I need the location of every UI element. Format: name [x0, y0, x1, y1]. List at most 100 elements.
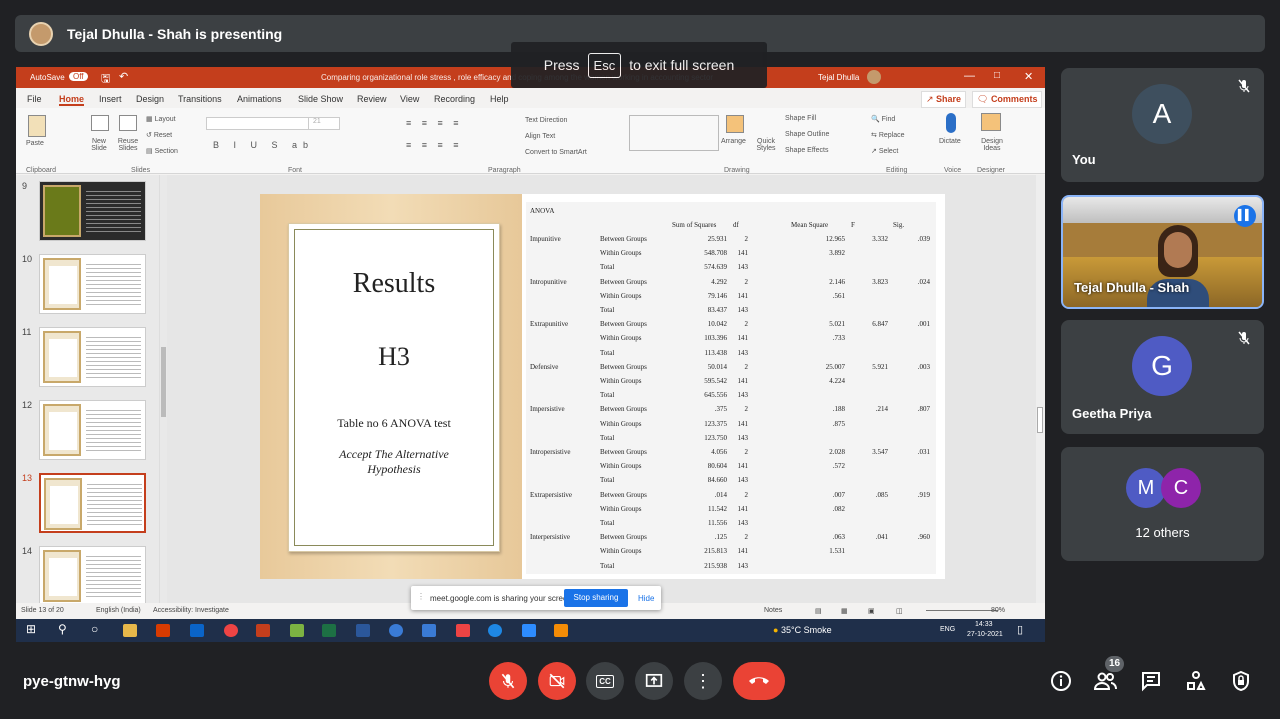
select-button[interactable]: ↗ Select [871, 147, 898, 155]
thumb-slide-12[interactable] [39, 400, 146, 460]
app-icon[interactable] [389, 624, 403, 637]
ppt-user-avatar[interactable] [867, 70, 881, 84]
input-language[interactable]: ENG [940, 626, 955, 633]
more-options-button[interactable]: ⋮ [684, 662, 722, 700]
task-view-icon[interactable]: ○ [91, 622, 105, 636]
menu-review[interactable]: Review [357, 94, 387, 104]
arrange-button[interactable]: Arrange [721, 138, 746, 145]
accessibility-indicator[interactable]: Accessibility: Investigate [153, 607, 229, 614]
hide-button[interactable]: Hide [638, 594, 654, 603]
font-style-buttons[interactable]: B I U S ab [213, 140, 314, 150]
slide-scrollbar[interactable] [1036, 175, 1045, 603]
outlook-icon[interactable] [190, 624, 204, 637]
slideshow-view-icon[interactable]: ◫ [896, 607, 903, 615]
thumb-slide-9[interactable] [39, 181, 146, 241]
shapes-gallery[interactable] [629, 115, 719, 151]
paste-icon[interactable] [28, 115, 46, 137]
zoom-app-icon[interactable] [522, 624, 536, 637]
activities-button[interactable] [1183, 668, 1209, 694]
thumb-slide-11[interactable] [39, 327, 146, 387]
maximize-icon[interactable]: □ [994, 70, 1000, 81]
shape-outline-button[interactable]: Shape Outline [785, 131, 829, 138]
host-controls-button[interactable] [1228, 668, 1254, 694]
menu-transitions[interactable]: Transitions [178, 94, 222, 104]
captions-button[interactable]: CC [586, 662, 624, 700]
dictate-button[interactable]: Dictate [939, 138, 961, 145]
reading-view-icon[interactable]: ▣ [868, 607, 875, 615]
clock-date[interactable]: 27-10-2021 [967, 631, 1003, 638]
microphone-icon[interactable] [946, 113, 956, 133]
menu-help[interactable]: Help [490, 94, 509, 104]
word-icon[interactable] [356, 624, 370, 637]
autosave-toggle[interactable]: Off [69, 72, 88, 81]
participant-tile-geetha[interactable]: G Geetha Priya [1061, 320, 1264, 434]
app-icon[interactable] [422, 624, 436, 637]
powerpoint-taskbar-icon[interactable] [256, 624, 270, 637]
excel-icon[interactable] [322, 624, 336, 637]
thumb-slide-10[interactable] [39, 254, 146, 314]
menu-design[interactable]: Design [136, 94, 164, 104]
normal-view-icon[interactable]: ▤ [815, 607, 822, 615]
list-buttons[interactable]: ≡ ≡ ≡ ≡ [406, 118, 463, 128]
menu-recording[interactable]: Recording [434, 94, 475, 104]
participant-tile-others[interactable]: M C 12 others [1061, 447, 1264, 561]
participant-tile-presenter[interactable]: ▌▌ Tejal Dhulla - Shah [1061, 195, 1264, 309]
notes-button[interactable]: Notes [764, 607, 782, 614]
share-button[interactable]: ↗ Share [921, 91, 967, 108]
notification-icon[interactable]: ▯ [1017, 623, 1023, 636]
language-indicator[interactable]: English (India) [96, 607, 141, 614]
meeting-info-button[interactable] [1048, 668, 1074, 694]
design-ideas-button[interactable]: Design Ideas [979, 138, 1005, 152]
file-explorer-icon[interactable] [123, 624, 137, 637]
menu-view[interactable]: View [400, 94, 419, 104]
acrobat-icon[interactable] [156, 624, 170, 637]
minimize-icon[interactable]: — [964, 70, 975, 82]
align-buttons[interactable]: ≡ ≡ ≡ ≡ [406, 140, 463, 150]
zoom-level[interactable]: 80% [991, 607, 1005, 614]
quick-styles-button[interactable]: Quick Styles [754, 138, 778, 152]
section-button[interactable]: ▤ Section [146, 147, 178, 155]
new-slide-icon[interactable] [91, 115, 109, 131]
zoom-slider[interactable] [926, 610, 998, 611]
taskbar-search-icon[interactable]: ⚲ [58, 622, 72, 636]
align-text-button[interactable]: Align Text [525, 133, 555, 140]
font-size-box[interactable]: 21 [308, 117, 340, 130]
paste-button[interactable]: Paste [26, 140, 44, 147]
stop-sharing-button[interactable]: Stop sharing [564, 589, 628, 607]
layout-button[interactable]: ▦ Layout [146, 115, 176, 123]
chrome-icon[interactable] [224, 624, 238, 637]
shape-fill-button[interactable]: Shape Fill [785, 115, 816, 122]
save-icon[interactable]: 🖫 [101, 70, 110, 89]
current-slide[interactable]: Results H3 Table no 6 ANOVA test Accept … [260, 194, 945, 579]
thumb-slide-14[interactable] [39, 546, 146, 606]
drag-handle-icon[interactable]: ⋮ [417, 592, 425, 601]
present-button[interactable] [635, 662, 673, 700]
find-button[interactable]: 🔍 Find [871, 115, 895, 123]
thumb-slide-13[interactable] [39, 473, 146, 533]
menu-animations[interactable]: Animations [237, 94, 282, 104]
windows-start-icon[interactable]: ⊞ [26, 622, 40, 636]
camera-toggle-button[interactable] [538, 662, 576, 700]
weather-widget[interactable]: ● 35°C Smoke [773, 625, 832, 635]
undo-icon[interactable]: ↶ [119, 70, 128, 83]
arrange-icon[interactable] [726, 115, 744, 133]
meeting-code[interactable]: pye-gtnw-hyg [23, 673, 121, 690]
participant-tile-you[interactable]: A You [1061, 68, 1264, 182]
chat-button[interactable] [1138, 668, 1164, 694]
vlc-icon[interactable] [554, 624, 568, 637]
clock-time[interactable]: 14:33 [975, 621, 993, 628]
menu-insert[interactable]: Insert [99, 94, 122, 104]
menu-file[interactable]: File [27, 94, 42, 104]
leave-call-button[interactable] [733, 662, 785, 700]
mic-toggle-button[interactable] [489, 662, 527, 700]
reuse-slides-button[interactable]: Reuse Slides [115, 138, 141, 152]
close-icon[interactable]: ✕ [1024, 70, 1033, 83]
new-slide-button[interactable]: New Slide [86, 138, 112, 152]
convert-smartart-button[interactable]: Convert to SmartArt [525, 149, 587, 156]
menu-home[interactable]: Home [59, 94, 85, 106]
design-ideas-icon[interactable] [981, 113, 1001, 131]
notes-app-icon[interactable] [290, 624, 304, 637]
shape-effects-button[interactable]: Shape Effects [785, 147, 828, 154]
app-icon[interactable] [456, 624, 470, 637]
app-icon[interactable] [488, 624, 502, 637]
